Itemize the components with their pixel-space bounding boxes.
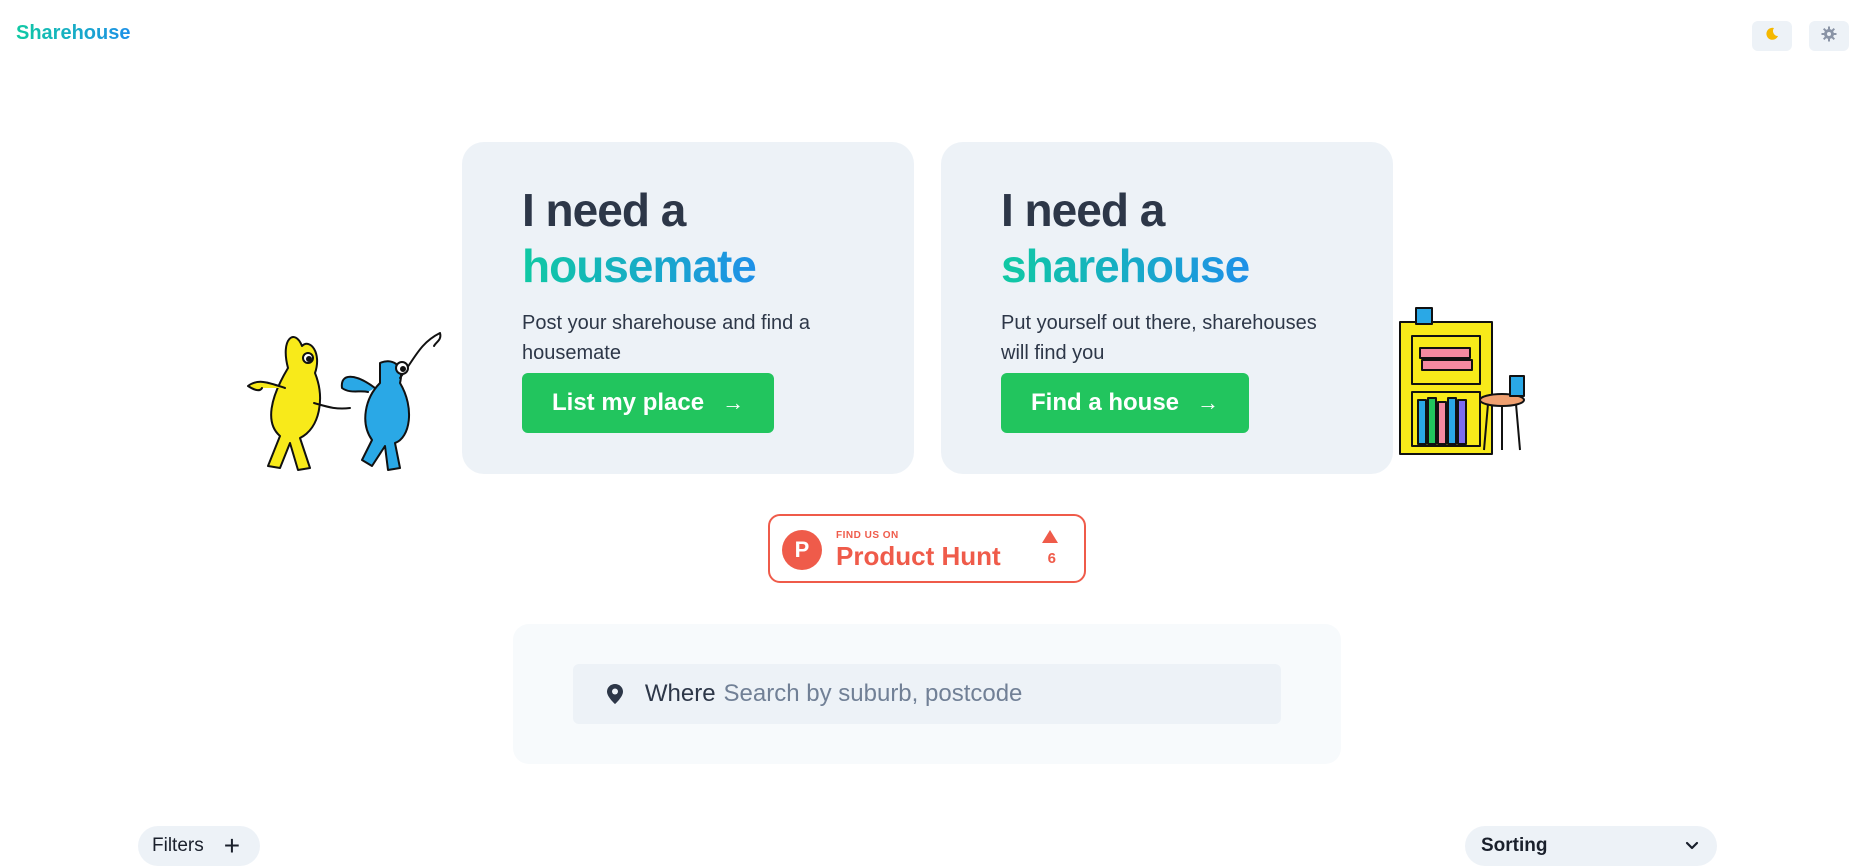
sorting-dropdown[interactable]: Sorting xyxy=(1465,826,1717,866)
sorting-label: Sorting xyxy=(1481,835,1548,856)
arrow-right-icon: → xyxy=(1197,390,1220,415)
upvote-triangle-icon xyxy=(1042,530,1058,543)
arrow-right-icon: → xyxy=(722,390,745,415)
housemate-card-description: Post your sharehouse and find a housemat… xyxy=(522,312,810,364)
filters-button[interactable]: Filters + xyxy=(138,826,260,866)
sharehouse-card-description: Put yourself out there, sharehouses will… xyxy=(1001,312,1317,364)
theme-toggle-button[interactable] xyxy=(1752,21,1792,51)
sharehouse-card-title: I need a sharehouse xyxy=(1001,182,1333,294)
title-line-2: sharehouse xyxy=(1001,240,1250,292)
product-hunt-badge[interactable]: P FIND US ON Product Hunt 6 xyxy=(768,514,1086,583)
filters-label: Filters xyxy=(152,835,204,856)
bookshelf-illustration xyxy=(1392,300,1548,465)
product-hunt-small-text: FIND US ON xyxy=(836,530,899,541)
characters-illustration xyxy=(240,328,462,483)
brand-logo[interactable]: Sharehouse xyxy=(16,22,130,45)
moon-icon xyxy=(1765,27,1779,46)
plus-icon: + xyxy=(223,830,241,861)
product-hunt-title: Product Hunt xyxy=(836,541,1001,571)
chevron-down-icon xyxy=(1685,835,1699,857)
upvote-count: 6 xyxy=(1047,550,1056,567)
title-line-2: housemate xyxy=(522,240,757,292)
sharehouse-card: I need a sharehouse Put yourself out the… xyxy=(941,142,1393,474)
title-line-1: I need a xyxy=(522,184,686,236)
list-my-place-button[interactable]: List my place → xyxy=(522,373,775,433)
gear-icon xyxy=(1821,26,1837,47)
find-a-house-button[interactable]: Find a house → xyxy=(1001,373,1250,433)
search-panel: Where xyxy=(513,624,1341,764)
title-line-1: I need a xyxy=(1001,184,1165,236)
button-label: Find a house xyxy=(1031,389,1180,416)
button-label: List my place xyxy=(552,389,705,416)
search-input[interactable] xyxy=(721,679,1281,709)
map-pin-icon xyxy=(607,684,625,704)
location-search-bar[interactable]: Where xyxy=(573,664,1281,724)
settings-button[interactable] xyxy=(1809,21,1849,51)
search-label: Where xyxy=(644,680,716,707)
product-hunt-logo: P xyxy=(782,530,822,570)
housemate-card: I need a housemate Post your sharehouse … xyxy=(462,142,914,474)
housemate-card-title: I need a housemate xyxy=(522,182,854,294)
